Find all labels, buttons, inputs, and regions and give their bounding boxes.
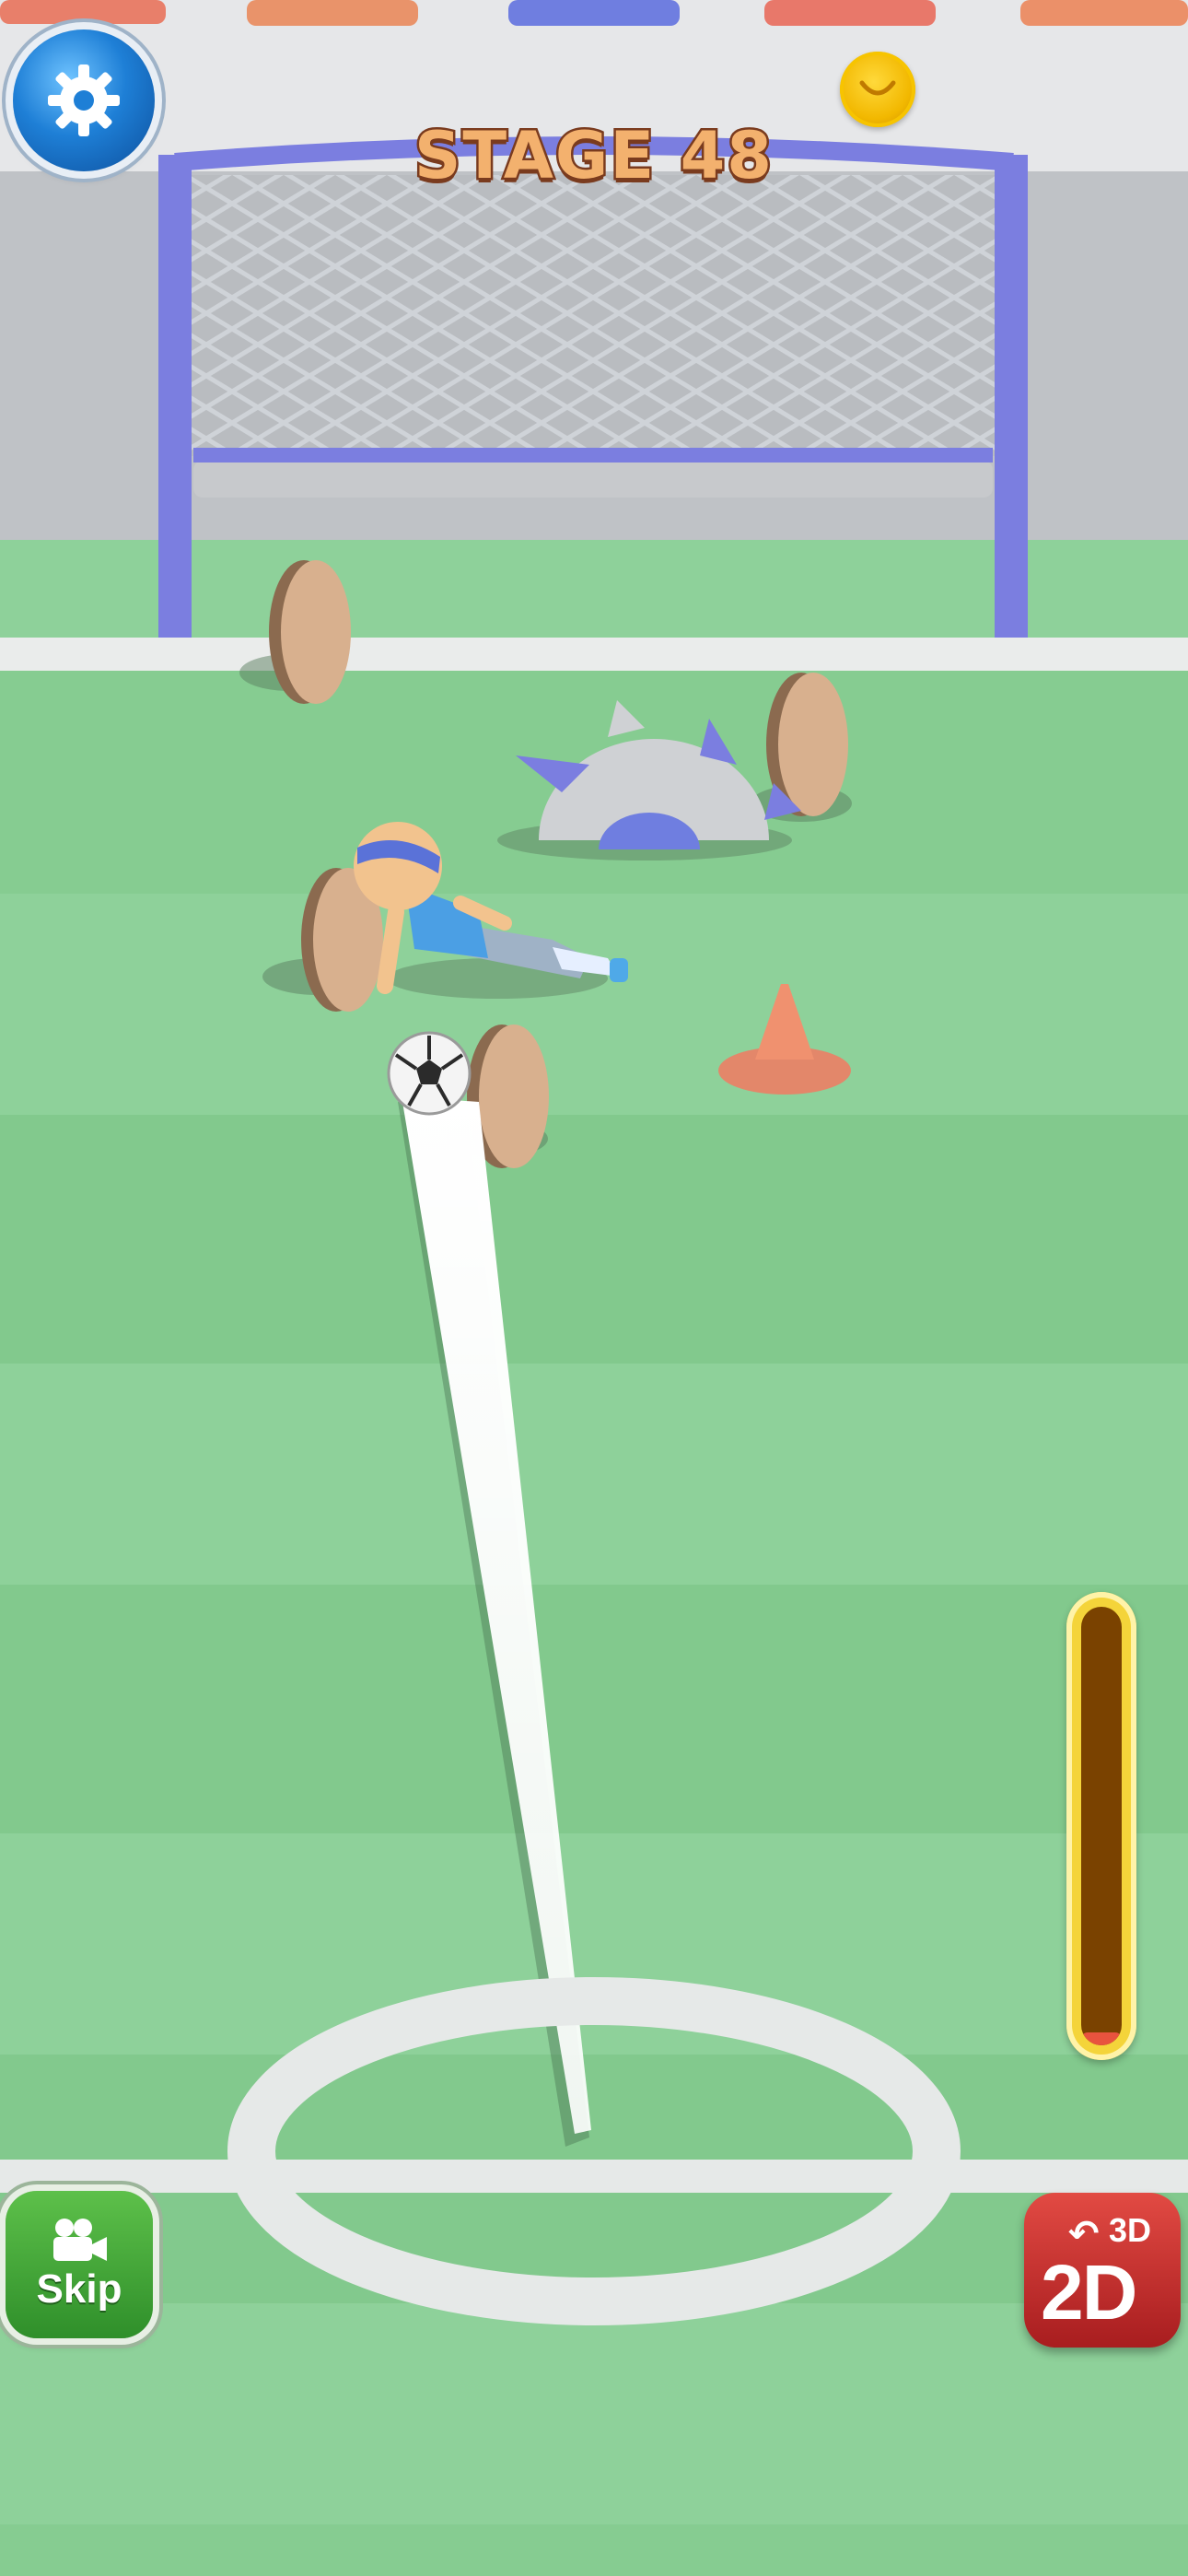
video-camera-icon [53,2219,107,2261]
power-meter-fill [1081,2032,1122,2045]
view-toggle-button[interactable]: ↶ 3D 2D [1024,2193,1181,2348]
view-toggle-2d-label: 2D [1041,2249,1137,2336]
stage-title: STAGE 48 [413,116,775,196]
skip-button[interactable]: Skip [6,2191,153,2338]
goal-line [0,638,1188,671]
power-meter-track [1081,1607,1122,2045]
halfway-line [0,2160,1188,2193]
game-scene [0,0,1188,2576]
power-meter [1066,1592,1136,2060]
game-screen[interactable]: STAGE 48 Skip ↶ 3D 2D [0,0,1188,2576]
skip-label: Skip [36,2266,122,2312]
soccer-ball [387,1031,472,1116]
view-toggle-3d-label: 3D [1109,2211,1152,2249]
coin-icon [840,52,915,127]
